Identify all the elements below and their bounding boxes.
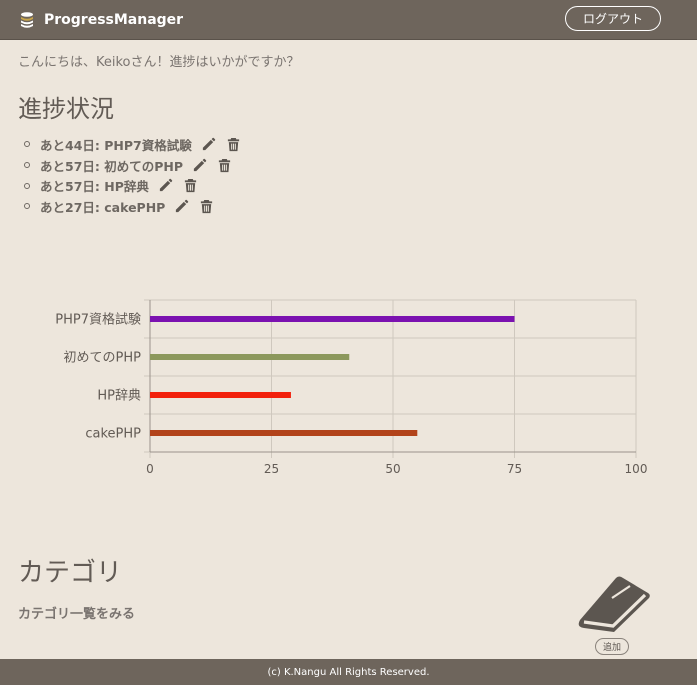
progress-item-label[interactable]: あと57日: HP辞典: [40, 176, 149, 195]
pencil-icon[interactable]: [192, 158, 207, 173]
y-tick-label: HP辞典: [97, 389, 141, 404]
progress-item-label[interactable]: あと44日: PHP7資格試験: [40, 135, 192, 154]
list-item: あと57日: 初めてのPHP: [24, 155, 241, 176]
brand-name: ProgressManager: [44, 12, 184, 28]
bullet-icon: [24, 141, 30, 148]
trash-icon[interactable]: [217, 158, 232, 173]
progress-list: あと44日: PHP7資格試験 あと57日: 初めてのPHP あと57日: HP…: [24, 134, 241, 217]
book-icon[interactable]: [572, 576, 652, 632]
trash-icon[interactable]: [199, 199, 214, 214]
progress-item-label[interactable]: あと27日: cakePHP: [40, 197, 165, 216]
logout-button[interactable]: ログアウト: [565, 6, 661, 31]
pencil-icon[interactable]: [158, 178, 173, 193]
pencil-icon[interactable]: [174, 199, 189, 214]
chart-bar: [150, 316, 515, 322]
progress-bar-chart: PHP7資格試験初めてのPHP HP辞典 cakePHP 0 25 50 75 100: [55, 299, 648, 476]
chart-bar: [150, 392, 291, 398]
add-category-button[interactable]: 追加: [595, 638, 629, 655]
brand[interactable]: ProgressManager: [18, 10, 183, 30]
x-tick-label: 50: [385, 462, 400, 476]
chart-bar: [150, 430, 418, 436]
category-list-link[interactable]: カテゴリ一覧をみる: [18, 603, 135, 622]
category-heading: カテゴリ: [18, 558, 123, 588]
y-tick-label: 初めてのPHP: [64, 351, 142, 366]
x-tick-label: 25: [264, 462, 279, 476]
progress-item-label[interactable]: あと57日: 初めてのPHP: [40, 156, 183, 175]
x-tick-label: 75: [507, 462, 522, 476]
x-tick-label: 100: [625, 462, 648, 476]
y-tick-label: cakePHP: [85, 427, 141, 442]
navbar: ProgressManager ログアウト: [0, 0, 697, 40]
greeting-text: こんにちは、Keikoさん！進捗はいかがですか？: [18, 55, 300, 70]
bullet-icon: [24, 182, 30, 189]
database-stack-icon: [21, 12, 33, 28]
trash-icon[interactable]: [183, 178, 198, 193]
pencil-icon[interactable]: [201, 137, 216, 152]
progress-heading: 進捗状況: [18, 95, 114, 123]
list-item: あと57日: HP辞典: [24, 175, 241, 196]
x-tick-label: 0: [146, 462, 154, 476]
bullet-icon: [24, 203, 30, 210]
trash-icon[interactable]: [226, 137, 241, 152]
bullet-icon: [24, 162, 30, 169]
y-tick-label: PHP7資格試験: [55, 312, 141, 328]
list-item: あと27日: cakePHP: [24, 196, 241, 217]
list-item: あと44日: PHP7資格試験: [24, 134, 241, 155]
chart-bar: [150, 354, 350, 360]
footer: (c) K.Nangu All Rights Reserved.: [0, 659, 697, 685]
